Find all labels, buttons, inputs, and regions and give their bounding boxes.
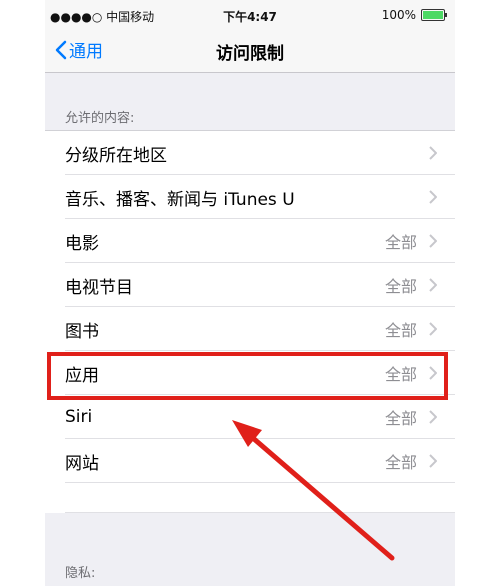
annotation-arrow: [232, 420, 395, 561]
